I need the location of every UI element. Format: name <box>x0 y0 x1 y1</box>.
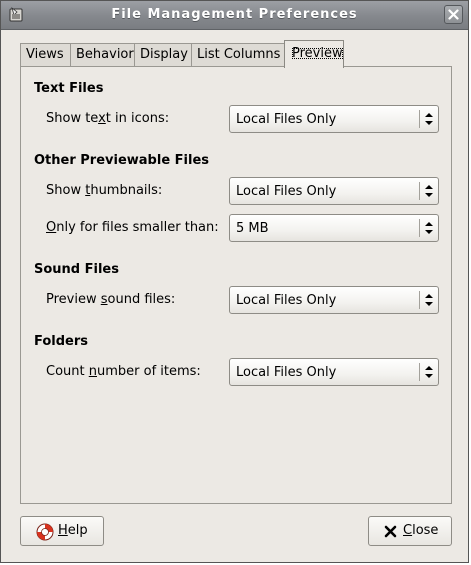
preview-sound-files-label: Preview sound files: <box>46 292 176 307</box>
preferences-window: File Management Preferences Views Behavi… <box>0 0 469 563</box>
title-bar[interactable]: File Management Preferences <box>1 1 468 30</box>
combo-value: Local Files Only <box>236 112 337 127</box>
only-smaller-than-label: Only for files smaller than: <box>46 220 219 235</box>
close-x-icon <box>384 525 397 538</box>
close-button[interactable]: Close <box>368 516 452 546</box>
combo-separator <box>419 182 420 200</box>
combo-value: Local Files Only <box>236 365 337 380</box>
combo-value: Local Files Only <box>236 293 337 308</box>
close-button-label: Close <box>403 523 439 538</box>
window-close-button[interactable] <box>444 5 463 24</box>
tab-list-columns-label: List Columns <box>197 47 281 62</box>
combo-value: 5 MB <box>236 221 269 236</box>
updown-arrows-icon <box>425 113 433 125</box>
show-text-in-icons-combo[interactable]: Local Files Only <box>229 105 439 133</box>
updown-arrows-icon <box>425 366 433 378</box>
preview-tab-panel: Text Files Show text in icons: Local Fil… <box>20 66 452 504</box>
combo-separator <box>419 363 420 381</box>
help-button-label: Help <box>58 523 88 538</box>
tab-views-label: Views <box>26 47 64 62</box>
section-title-other-previewable: Other Previewable Files <box>34 153 210 168</box>
updown-arrows-icon <box>425 185 433 197</box>
tab-views[interactable]: Views <box>20 43 71 67</box>
window-title: File Management Preferences <box>111 7 358 22</box>
section-title-sound-files: Sound Files <box>34 262 119 277</box>
help-lifebuoy-icon <box>36 523 54 541</box>
close-icon <box>448 9 459 20</box>
count-items-combo[interactable]: Local Files Only <box>229 358 439 386</box>
combo-separator <box>419 110 420 128</box>
preview-sound-files-combo[interactable]: Local Files Only <box>229 286 439 314</box>
section-title-folders: Folders <box>34 334 89 349</box>
updown-arrows-icon <box>425 294 433 306</box>
tab-list-columns[interactable]: List Columns <box>191 43 285 67</box>
tab-display-label: Display <box>140 47 188 62</box>
tab-preview-label: Preview <box>291 46 343 61</box>
tab-display[interactable]: Display <box>134 43 192 67</box>
tab-preview[interactable]: Preview <box>284 40 344 68</box>
combo-value: Local Files Only <box>236 184 337 199</box>
updown-arrows-icon <box>425 222 433 234</box>
count-items-label: Count number of items: <box>46 364 201 379</box>
show-thumbnails-label: Show thumbnails: <box>46 183 163 198</box>
tab-behavior[interactable]: Behavior <box>70 43 135 67</box>
combo-separator <box>419 291 420 309</box>
show-text-in-icons-label: Show text in icons: <box>46 111 170 126</box>
file-size-limit-combo[interactable]: 5 MB <box>229 214 439 242</box>
show-thumbnails-combo[interactable]: Local Files Only <box>229 177 439 205</box>
tab-behavior-label: Behavior <box>76 47 134 62</box>
help-button[interactable]: Help <box>20 516 104 546</box>
combo-separator <box>419 219 420 237</box>
section-title-text-files: Text Files <box>34 81 104 96</box>
